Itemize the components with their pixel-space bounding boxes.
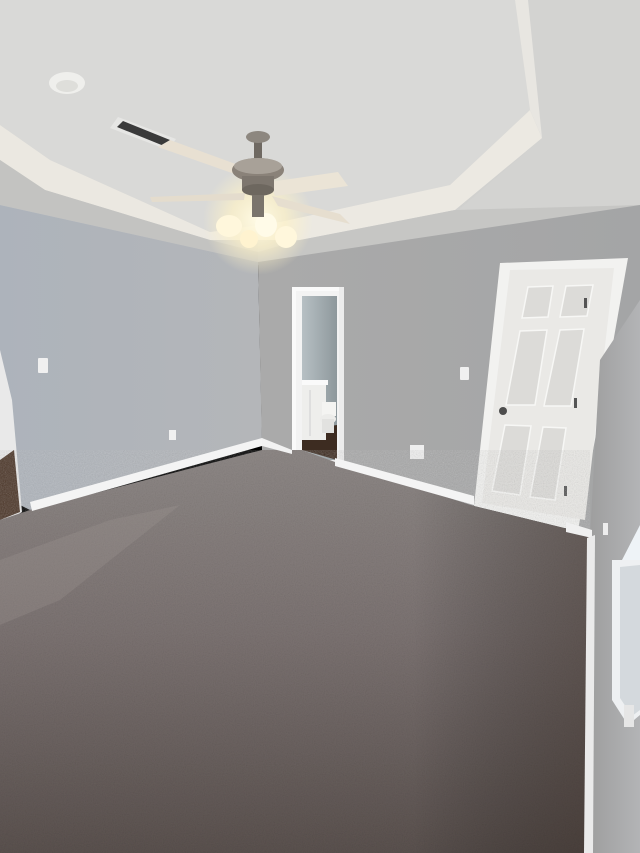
door-knob[interactable]: [499, 407, 507, 415]
light-switch: [460, 367, 469, 380]
light-switch: [38, 358, 48, 373]
smoke-detector: [49, 72, 85, 94]
outlet: [169, 430, 176, 440]
bedroom-illustration: [0, 0, 640, 853]
toilet: [320, 402, 336, 433]
bedroom-photo: [0, 0, 640, 853]
outlet: [410, 445, 424, 459]
bathroom-doorway: [292, 287, 344, 463]
outlet: [603, 523, 608, 535]
